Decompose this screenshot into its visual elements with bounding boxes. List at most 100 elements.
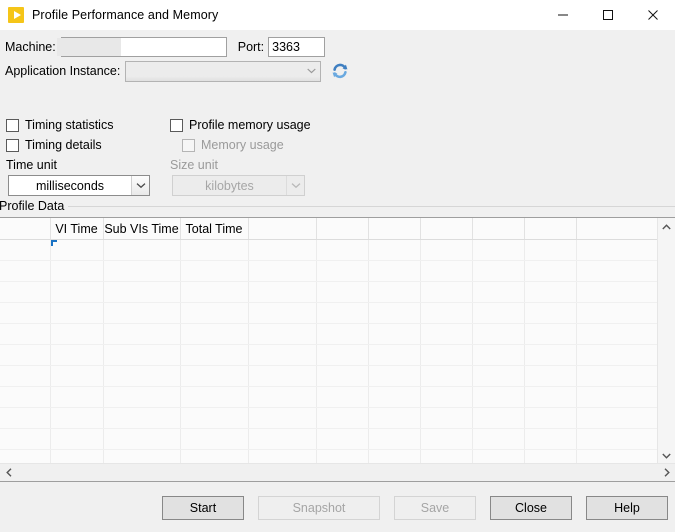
table-cell[interactable] [248, 344, 317, 366]
table-row[interactable] [0, 365, 658, 387]
table-cell[interactable] [472, 260, 525, 282]
table-cell[interactable] [50, 449, 104, 464]
table-cell[interactable] [0, 428, 51, 450]
table-cell[interactable] [368, 260, 421, 282]
table-cell[interactable] [524, 281, 577, 303]
table-cell[interactable] [316, 239, 369, 261]
table-cell[interactable] [180, 407, 249, 429]
table-header-cell[interactable]: Total Time [180, 218, 249, 240]
table-cell[interactable] [50, 344, 104, 366]
table-cell[interactable] [103, 386, 181, 408]
table-cell[interactable] [316, 260, 369, 282]
table-cell[interactable] [248, 302, 317, 324]
table-header-cell[interactable] [0, 218, 51, 240]
table-cell[interactable] [576, 449, 658, 464]
table-row[interactable] [0, 260, 658, 282]
table-cell[interactable] [248, 386, 317, 408]
table-cell[interactable] [180, 281, 249, 303]
table-row[interactable] [0, 239, 658, 261]
table-cell[interactable] [524, 365, 577, 387]
table-cell[interactable] [50, 428, 104, 450]
table-cell[interactable] [316, 302, 369, 324]
table-cell[interactable] [103, 323, 181, 345]
table-cell[interactable] [0, 281, 51, 303]
table-header-cell[interactable] [472, 218, 525, 240]
table-cell[interactable] [50, 302, 104, 324]
table-cell[interactable] [248, 407, 317, 429]
table-cell[interactable] [368, 239, 421, 261]
table-cell[interactable] [50, 365, 104, 387]
table-cell[interactable] [103, 260, 181, 282]
table-cell[interactable] [576, 407, 658, 429]
table-cell[interactable] [0, 365, 51, 387]
scroll-down-button[interactable] [658, 447, 675, 464]
table-cell[interactable] [316, 386, 369, 408]
table-header-cell[interactable] [576, 218, 658, 240]
table-cell[interactable] [180, 323, 249, 345]
refresh-button[interactable] [329, 60, 351, 82]
table-cell[interactable] [0, 386, 51, 408]
table-cell[interactable] [316, 281, 369, 303]
table-cell[interactable] [472, 386, 525, 408]
table-cell[interactable] [180, 344, 249, 366]
table-row[interactable] [0, 281, 658, 303]
table-cell[interactable] [248, 281, 317, 303]
time-unit-dropdown[interactable]: milliseconds [8, 175, 150, 196]
table-cell[interactable] [576, 323, 658, 345]
maximize-button[interactable] [585, 0, 630, 30]
scroll-right-button[interactable] [658, 464, 675, 481]
table-cell[interactable] [368, 407, 421, 429]
table-cell[interactable] [576, 302, 658, 324]
table-cell[interactable] [50, 239, 104, 261]
table-cell[interactable] [0, 323, 51, 345]
table-cell[interactable] [576, 239, 658, 261]
table-cell[interactable] [103, 449, 181, 464]
table-header-cell[interactable] [248, 218, 317, 240]
vertical-scrollbar[interactable] [657, 218, 675, 464]
table-cell[interactable] [472, 449, 525, 464]
table-cell[interactable] [316, 323, 369, 345]
table-cell[interactable] [103, 428, 181, 450]
table-cell[interactable] [103, 365, 181, 387]
table-header-cell[interactable] [368, 218, 421, 240]
table-cell[interactable] [420, 323, 473, 345]
profile-memory-usage-checkbox[interactable] [170, 118, 183, 132]
table-cell[interactable] [472, 281, 525, 303]
table-cell[interactable] [524, 449, 577, 464]
table-header-cell[interactable] [524, 218, 577, 240]
table-cell[interactable] [316, 344, 369, 366]
table-cell[interactable] [420, 239, 473, 261]
help-button[interactable]: Help [586, 496, 668, 520]
table-cell[interactable] [368, 386, 421, 408]
table-cell[interactable] [103, 281, 181, 303]
table-cell[interactable] [420, 302, 473, 324]
table-cell[interactable] [0, 239, 51, 261]
table-cell[interactable] [472, 302, 525, 324]
table-cell[interactable] [576, 386, 658, 408]
close-button[interactable] [630, 0, 675, 30]
table-row[interactable] [0, 323, 658, 345]
table-cell[interactable] [420, 407, 473, 429]
table-cell[interactable] [180, 260, 249, 282]
table-row[interactable] [0, 407, 658, 429]
table-cell[interactable] [180, 449, 249, 464]
table-cell[interactable] [248, 449, 317, 464]
table-cell[interactable] [316, 407, 369, 429]
table-cell[interactable] [524, 239, 577, 261]
table-cell[interactable] [472, 407, 525, 429]
table-cell[interactable] [50, 386, 104, 408]
table-cell[interactable] [420, 260, 473, 282]
horizontal-scrollbar[interactable] [0, 463, 675, 481]
table-cell[interactable] [472, 365, 525, 387]
table-cell[interactable] [103, 407, 181, 429]
table-cell[interactable] [368, 323, 421, 345]
table-cell[interactable] [472, 428, 525, 450]
table-cell[interactable] [524, 428, 577, 450]
table-cell[interactable] [576, 365, 658, 387]
timing-details-checkbox-row[interactable]: Timing details [6, 138, 102, 152]
table-cell[interactable] [50, 260, 104, 282]
table-cell[interactable] [368, 302, 421, 324]
table-cell[interactable] [420, 281, 473, 303]
table-cell[interactable] [248, 323, 317, 345]
table-cell[interactable] [368, 428, 421, 450]
